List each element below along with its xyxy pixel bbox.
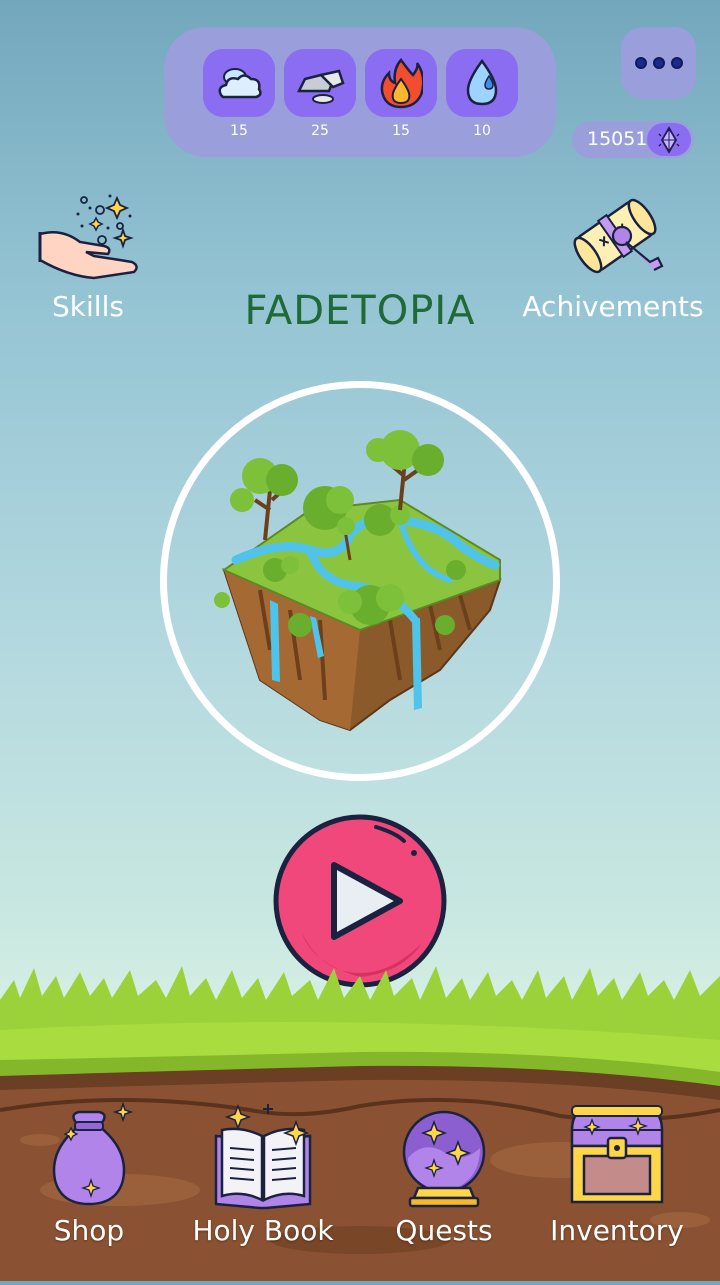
resource-value: 15 xyxy=(392,123,410,139)
resource-fire[interactable]: 15 xyxy=(365,49,437,139)
resource-value: 25 xyxy=(311,123,329,139)
nav-holy-book-label: Holy Book xyxy=(192,1214,334,1247)
more-menu-button[interactable] xyxy=(621,27,696,99)
rock-icon xyxy=(296,69,345,104)
treasure-chest-icon xyxy=(570,1105,664,1204)
game-title: FADETOPIA xyxy=(244,288,476,334)
scroll-ribbon-icon xyxy=(573,198,664,274)
skills-button[interactable] xyxy=(34,190,144,282)
cloud-icon xyxy=(218,68,262,99)
crystal-ball-icon xyxy=(402,1110,486,1208)
fire-icon xyxy=(380,58,423,109)
dot-icon xyxy=(670,57,683,69)
floating-island-icon[interactable] xyxy=(200,420,520,740)
resource-bar: 15 25 15 10 xyxy=(164,27,556,157)
achievements-button[interactable] xyxy=(560,186,670,286)
nav-quests-label: Quests xyxy=(395,1214,493,1247)
resource-value: 15 xyxy=(230,123,248,139)
open-book-icon xyxy=(214,1103,312,1210)
currency-amount: 15051 xyxy=(587,128,648,150)
resource-water[interactable]: 10 xyxy=(446,49,518,139)
nav-quests[interactable]: Quests xyxy=(385,1100,503,1247)
currency-badge[interactable]: 15051 xyxy=(572,121,694,158)
resource-value: 10 xyxy=(473,123,491,139)
water-drop-icon xyxy=(466,58,498,106)
nav-shop[interactable]: Shop xyxy=(30,1100,148,1247)
resource-rock[interactable]: 25 xyxy=(284,49,356,139)
money-bag-icon xyxy=(52,1101,134,1206)
dot-icon xyxy=(634,57,647,69)
nav-inventory[interactable]: Inventory xyxy=(548,1100,686,1247)
gem-icon xyxy=(658,125,680,154)
hand-sparkles-icon xyxy=(38,194,138,280)
dot-icon xyxy=(652,57,665,69)
resource-cloud[interactable]: 15 xyxy=(203,49,275,139)
nav-holy-book[interactable]: Holy Book xyxy=(192,1100,334,1247)
nav-inventory-label: Inventory xyxy=(550,1214,684,1247)
nav-shop-label: Shop xyxy=(53,1214,125,1247)
